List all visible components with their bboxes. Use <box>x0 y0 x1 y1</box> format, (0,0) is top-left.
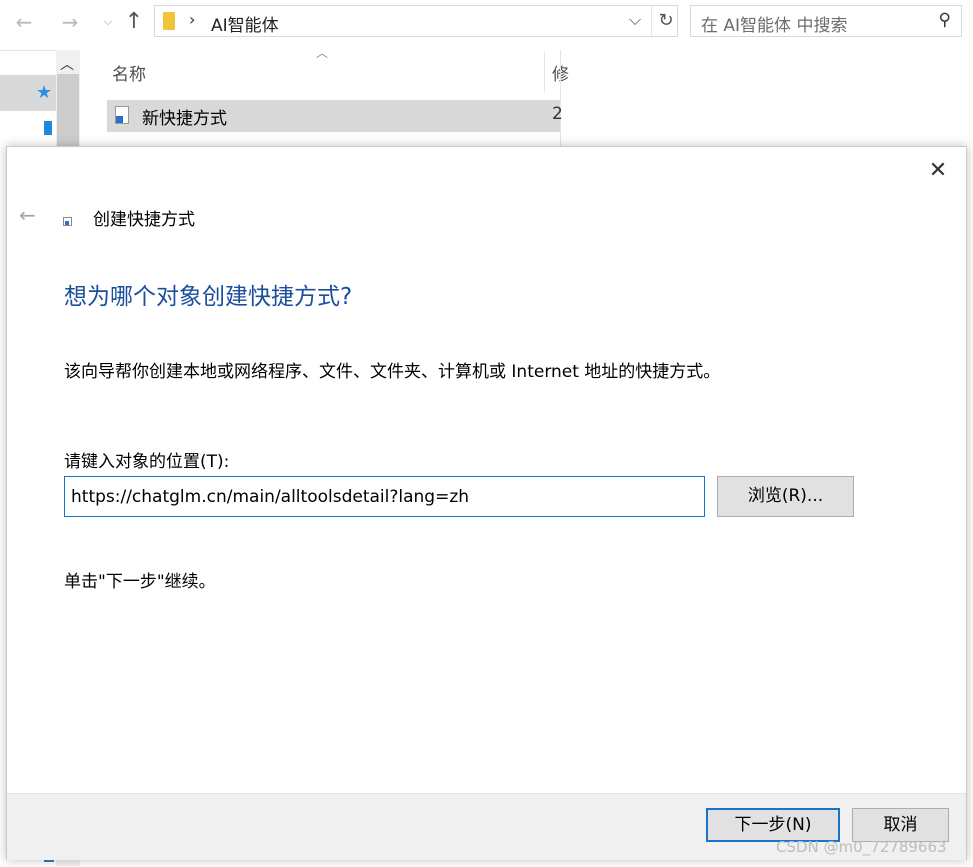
address-toolbar: ← → ⌵ ↑ › AI智能体 ⌵ ↻ 在 AI智能体 中搜索 ⚲ <box>0 0 973 46</box>
create-shortcut-dialog: ✕ ← 创建快捷方式 想为哪个对象创建快捷方式? 该向导帮你创建本地或网络程序、… <box>6 146 967 860</box>
chevron-right-icon[interactable]: › <box>189 10 195 29</box>
address-bar[interactable]: › AI智能体 ⌵ ↻ <box>154 5 678 37</box>
hint-text: 单击"下一步"继续。 <box>64 572 216 592</box>
desktop-icon <box>44 121 52 135</box>
location-label: 请键入对象的位置(T): <box>64 452 230 472</box>
list-divider <box>560 50 561 150</box>
watermark: CSDN @m0_72789663 <box>776 838 947 856</box>
chevron-down-icon[interactable]: ⌵ <box>629 10 641 30</box>
close-icon[interactable]: ✕ <box>926 159 950 183</box>
sort-ascending-icon: ︿ <box>316 46 329 60</box>
address-path[interactable]: AI智能体 <box>211 11 279 36</box>
location-input[interactable] <box>64 476 705 517</box>
wizard-title: 创建快捷方式 <box>93 210 195 230</box>
shortcut-arrow-overlay <box>116 116 123 123</box>
file-name[interactable]: 新快捷方式 <box>142 104 227 129</box>
back-arrow-icon[interactable]: ← <box>12 10 36 34</box>
search-placeholder: 在 AI智能体 中搜索 <box>701 16 848 36</box>
shortcut-icon <box>63 217 72 226</box>
browse-button[interactable]: 浏览(R)... <box>717 476 854 517</box>
forward-arrow-icon[interactable]: → <box>58 10 82 34</box>
star-icon: ★ <box>36 82 53 103</box>
search-icon[interactable]: ⚲ <box>939 10 951 30</box>
recent-locations-dropdown-icon[interactable]: ⌵ <box>96 10 120 34</box>
scroll-up-icon[interactable]: ︿ <box>60 54 74 74</box>
next-button[interactable]: 下一步(N) <box>706 808 840 842</box>
description-text: 该向导帮你创建本地或网络程序、文件、文件夹、计算机或 Internet 地址的快… <box>64 362 721 382</box>
scrollbar-thumb[interactable] <box>57 74 79 154</box>
cancel-button[interactable]: 取消 <box>852 808 949 842</box>
back-arrow-icon[interactable]: ← <box>19 203 36 227</box>
column-divider[interactable] <box>544 52 545 92</box>
file-date: 2 <box>552 104 563 124</box>
column-header-name[interactable]: 名称 <box>112 60 146 85</box>
refresh-icon[interactable]: ↻ <box>651 6 680 36</box>
up-arrow-icon[interactable]: ↑ <box>122 10 146 34</box>
search-input[interactable]: 在 AI智能体 中搜索 ⚲ <box>690 5 962 37</box>
page-heading: 想为哪个对象创建快捷方式? <box>64 284 353 310</box>
folder-icon <box>163 12 175 30</box>
